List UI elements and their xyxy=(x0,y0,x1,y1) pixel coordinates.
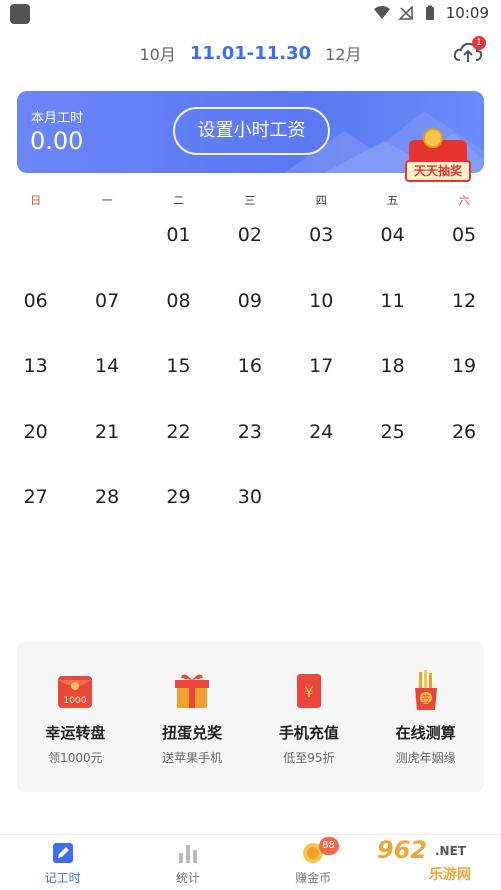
set-hourly-wage-button[interactable]: 设置小时工资 xyxy=(173,107,330,155)
calendar-day[interactable]: 26 xyxy=(428,410,499,476)
calendar-day[interactable]: 15 xyxy=(143,344,214,410)
status-icons: 10:09 xyxy=(373,4,489,22)
calendar-day[interactable]: 01 xyxy=(143,213,214,279)
cloud-badge: 1 xyxy=(472,36,486,50)
calendar-day[interactable]: 13 xyxy=(0,344,71,410)
calendar-day[interactable]: 16 xyxy=(214,344,285,410)
calendar-day-today[interactable]: 29 xyxy=(143,475,214,541)
coin-badge: 88 xyxy=(318,837,339,855)
cloud-sync-button[interactable]: 1 xyxy=(453,36,486,66)
current-range: 11.01-11.30 xyxy=(189,42,312,64)
promo-item[interactable]: 扭蛋兑奖 送苹果手机 xyxy=(134,642,251,792)
watermark-brand: 962 xyxy=(377,836,428,864)
weekday-label: 日 xyxy=(30,194,42,207)
status-bar: 10:09 xyxy=(0,0,501,30)
site-watermark: 962 .NET 乐游网 xyxy=(357,836,495,886)
empty-day-cell xyxy=(71,213,142,279)
promo-item[interactable]: 1000 幸运转盘领1000元 xyxy=(17,642,134,792)
calendar-day[interactable]: 19 xyxy=(428,344,499,410)
weekday-label: 二 xyxy=(172,194,184,207)
no-signal-icon xyxy=(397,5,413,20)
calendar-day[interactable]: 02 xyxy=(214,213,285,279)
weekday-label: 一 xyxy=(101,194,113,207)
tab-item[interactable]: 统计 xyxy=(125,835,250,890)
red-packet-yen-icon: ¥ xyxy=(290,670,328,712)
month-nav: 10月 11.01-11.30 12月 xyxy=(0,38,501,68)
lottery-label: 天天抽奖 xyxy=(405,160,471,182)
calendar-day[interactable]: 08 xyxy=(143,279,214,345)
calendar-day[interactable]: 24 xyxy=(286,410,357,476)
calendar-day[interactable]: 07 xyxy=(71,279,142,345)
empty-day-cell xyxy=(428,475,499,541)
calendar-day[interactable]: 03 xyxy=(286,213,357,279)
tab-label: 记工时 xyxy=(44,871,81,885)
calendar-day[interactable]: 28 xyxy=(71,475,142,541)
promo-subtitle: 送苹果手机 xyxy=(162,751,223,765)
empty-day-cell xyxy=(286,475,357,541)
promo-title: 手机充值 xyxy=(278,724,339,742)
calendar-day[interactable]: 10 xyxy=(286,279,357,345)
promo-subtitle: 低至95折 xyxy=(283,751,335,765)
prev-month-button[interactable]: 10月 xyxy=(139,41,175,65)
calendar-day[interactable]: 04 xyxy=(357,213,428,279)
calendar-day[interactable]: 23 xyxy=(214,410,285,476)
bar-chart-icon xyxy=(176,841,200,865)
calendar-day[interactable]: 11 xyxy=(357,279,428,345)
notification-icon xyxy=(10,4,30,24)
hours-value: 0.00 xyxy=(30,127,84,155)
wifi-icon xyxy=(373,6,390,19)
watermark-net: .NET xyxy=(435,844,466,858)
calendar-day[interactable]: 21 xyxy=(71,410,142,476)
calendar-day[interactable]: 20 xyxy=(0,410,71,476)
promo-title: 幸运转盘 xyxy=(45,724,106,742)
fortune-sticks-icon: 签 xyxy=(407,670,445,712)
svg-text:签: 签 xyxy=(421,693,430,705)
promo-title: 扭蛋兑奖 xyxy=(162,724,223,742)
calendar-day[interactable]: 27 xyxy=(0,475,71,541)
empty-day-cell xyxy=(0,213,71,279)
empty-day-cell xyxy=(357,475,428,541)
weekday-label: 六 xyxy=(458,194,470,207)
calendar-day[interactable]: 22 xyxy=(143,410,214,476)
battery-icon xyxy=(425,5,434,20)
red-envelope-1000-icon: 1000 xyxy=(56,670,94,712)
calendar-day[interactable]: 30 xyxy=(214,475,285,541)
weekday-label: 三 xyxy=(244,194,256,207)
calendar-grid: 01 02 03 04 05 06 07 08 09 10 11 12 13 14 15 16 17 18 19 20… xyxy=(0,213,501,541)
hours-label: 本月工时 xyxy=(31,111,84,126)
svg-text:¥: ¥ xyxy=(304,685,313,701)
clock: 10:09 xyxy=(445,4,489,22)
calendar-day[interactable]: 18 xyxy=(357,344,428,410)
edit-icon xyxy=(51,841,75,865)
watermark-cn: 乐游网 xyxy=(429,867,471,883)
calendar-day[interactable]: 06 xyxy=(0,279,71,345)
promo-item[interactable]: ¥ 手机充值低至95折 xyxy=(251,642,368,792)
calendar-day[interactable]: 25 xyxy=(357,410,428,476)
calendar-day[interactable]: 14 xyxy=(71,344,142,410)
tab-item[interactable]: 记工时 xyxy=(0,835,125,890)
weekday-label: 五 xyxy=(387,194,399,207)
promo-panel: 1000 幸运转盘领1000元 扭蛋兑奖送苹果手机 ¥ 手机充值低至95折 签在线测算测虎… xyxy=(17,642,484,792)
calendar-day[interactable]: 17 xyxy=(286,344,357,410)
calendar-day[interactable]: 12 xyxy=(428,279,499,345)
coin-icon xyxy=(423,128,443,148)
calendar-day[interactable]: 09 xyxy=(214,279,285,345)
calendar-day[interactable]: 05 xyxy=(428,213,499,279)
next-month-button[interactable]: 12月 xyxy=(325,41,361,65)
weekday-label: 四 xyxy=(315,194,327,207)
promo-subtitle: 测虎年姻缘 xyxy=(395,751,456,765)
gift-box-icon xyxy=(173,670,211,712)
promo-item[interactable]: 签在线测算测虎年姻缘 xyxy=(367,642,484,792)
promo-title: 在线测算 xyxy=(395,724,456,742)
tab-label: 统计 xyxy=(175,871,200,885)
daily-lottery-button[interactable]: 天天抽奖 xyxy=(405,122,471,184)
weekday-header: 日一二三四五六 xyxy=(0,192,501,208)
promo-subtitle: 领1000元 xyxy=(48,751,103,765)
svg-text:1000: 1000 xyxy=(64,696,87,706)
